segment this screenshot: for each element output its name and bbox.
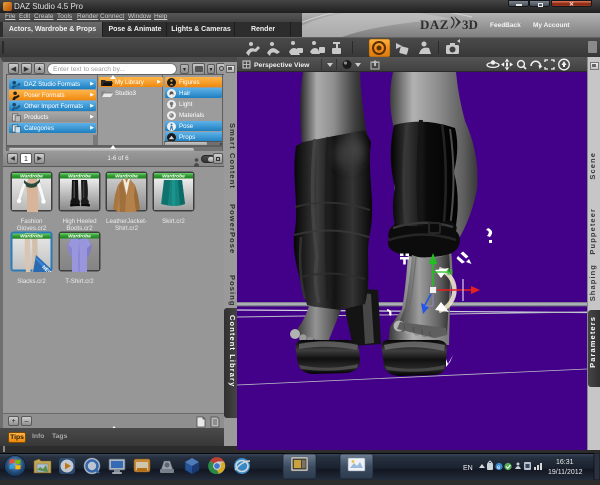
svg-text:Wardrobe: Wardrobe	[115, 174, 138, 180]
svg-text:Wardrobe: Wardrobe	[20, 174, 43, 180]
svg-text:FeedBack: FeedBack	[490, 22, 521, 29]
svg-text:Perspective View: Perspective View	[254, 62, 310, 69]
svg-text:DAZ: DAZ	[420, 17, 449, 32]
svg-text:3D: 3D	[462, 17, 478, 32]
svg-text:Wardrobe: Wardrobe	[68, 234, 91, 240]
svg-text:16:31: 16:31	[556, 459, 574, 466]
svg-text:Wardrobe: Wardrobe	[162, 174, 185, 180]
svg-text:Wardrobe: Wardrobe	[20, 234, 43, 240]
svg-text:EN: EN	[463, 465, 473, 472]
svg-text:19/11/2012: 19/11/2012	[548, 469, 583, 476]
svg-text:My Account: My Account	[533, 22, 570, 29]
svg-text:Wardrobe: Wardrobe	[68, 174, 91, 180]
